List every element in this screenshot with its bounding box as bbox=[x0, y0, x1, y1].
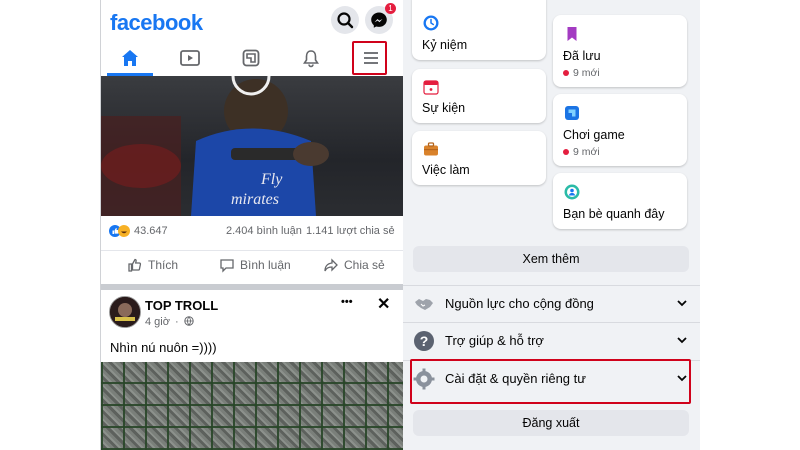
post-text: Nhìn nú nuôn =)))) bbox=[110, 340, 217, 355]
shortcut-label: Chơi game bbox=[563, 128, 625, 142]
globe-icon bbox=[184, 316, 194, 326]
menu-panel: Kỷ niệm Sự kiện Việc làm Đã lưu 9 mới Ch… bbox=[403, 0, 700, 450]
logout-button[interactable]: Đăng xuất bbox=[413, 410, 689, 436]
search-button[interactable] bbox=[331, 6, 359, 34]
new-dot bbox=[563, 149, 569, 155]
post-more-button[interactable]: ••• bbox=[341, 296, 353, 308]
feed-separator bbox=[101, 284, 403, 290]
shortcut-jobs[interactable]: Việc làm bbox=[412, 131, 546, 185]
new-dot bbox=[563, 70, 569, 76]
new-count: 9 mới bbox=[563, 146, 600, 158]
calendar-icon bbox=[423, 80, 439, 95]
shortcut-memories[interactable]: Kỷ niệm bbox=[412, 0, 546, 60]
share-button[interactable]: Chia sẻ bbox=[323, 257, 385, 273]
shortcut-saved[interactable]: Đã lưu 9 mới bbox=[553, 15, 687, 87]
see-more-button[interactable]: Xem thêm bbox=[413, 246, 689, 272]
chevron-down-icon bbox=[677, 337, 687, 344]
gaming-icon bbox=[242, 49, 260, 67]
messenger-button[interactable]: 1 bbox=[365, 3, 396, 34]
shortcut-label: Đã lưu bbox=[563, 49, 601, 63]
section-community-resources[interactable]: Nguồn lực cho cộng đồng bbox=[403, 285, 700, 322]
post-stats: 43.647 2.404 bình luận 1.141 lượt chia s… bbox=[101, 218, 403, 246]
bookmark-icon bbox=[567, 27, 577, 41]
section-help-support[interactable]: ? Trợ giúp & hỗ trợ bbox=[403, 322, 700, 359]
shortcut-events[interactable]: Sự kiện bbox=[412, 69, 546, 123]
section-label: Nguồn lực cho cộng đồng bbox=[445, 296, 594, 311]
comment-button[interactable]: Bình luận bbox=[219, 257, 291, 273]
bell-icon bbox=[303, 50, 319, 68]
like-button[interactable]: Thích bbox=[127, 257, 178, 273]
chevron-down-icon bbox=[677, 300, 687, 307]
new-count: 9 mới bbox=[563, 67, 600, 79]
clock-history-icon bbox=[423, 15, 439, 31]
nearby-friends-icon bbox=[564, 184, 580, 200]
tab-watch[interactable] bbox=[166, 40, 214, 76]
settings-highlight bbox=[410, 359, 691, 404]
reaction-count[interactable]: 43.647 bbox=[134, 225, 168, 237]
post-author[interactable]: TOP TROLL bbox=[145, 298, 218, 313]
share-label: Chia sẻ bbox=[344, 258, 385, 272]
thumbs-up-icon bbox=[128, 258, 142, 272]
new-count-label: 9 mới bbox=[573, 146, 600, 158]
svg-text:mirates: mirates bbox=[231, 191, 279, 208]
shortcut-nearby-friends[interactable]: Bạn bè quanh đây bbox=[553, 173, 687, 229]
comment-count[interactable]: 2.404 bình luận bbox=[226, 225, 302, 237]
post-time: 4 giờ · bbox=[145, 316, 194, 328]
gaming-tile-icon bbox=[565, 106, 579, 120]
post-header: TOP TROLL 4 giờ · ••• ✕ bbox=[101, 292, 403, 332]
shortcut-label: Sự kiện bbox=[422, 101, 466, 115]
like-label: Thích bbox=[148, 258, 179, 272]
post-actions: Thích Bình luận Chia sẻ bbox=[101, 250, 403, 281]
share-icon bbox=[324, 258, 338, 272]
svg-text:Fly: Fly bbox=[260, 171, 283, 188]
tab-home[interactable] bbox=[106, 40, 154, 76]
post-close-button[interactable]: ✕ bbox=[377, 294, 390, 314]
haha-reaction-icon bbox=[118, 225, 130, 237]
video-post[interactable]: Fly mirates bbox=[101, 76, 403, 216]
video-icon bbox=[180, 50, 200, 66]
tab-notifications[interactable] bbox=[287, 40, 335, 76]
search-icon bbox=[337, 12, 354, 29]
shortcut-label: Kỷ niệm bbox=[422, 38, 468, 52]
post-time-label: 4 giờ bbox=[145, 316, 170, 328]
question-mark-icon: ? bbox=[414, 331, 434, 351]
menu-tab-highlight bbox=[352, 41, 387, 75]
section-label: Trợ giúp & hỗ trợ bbox=[445, 333, 544, 348]
shortcut-label: Bạn bè quanh đây bbox=[563, 207, 665, 221]
share-count[interactable]: 1.141 lượt chia sẻ bbox=[306, 225, 395, 237]
svg-text:?: ? bbox=[420, 333, 429, 349]
shortcut-gaming[interactable]: Chơi game 9 mới bbox=[553, 94, 687, 166]
comment-icon bbox=[220, 259, 234, 273]
shortcut-label: Việc làm bbox=[422, 163, 470, 177]
handshake-icon bbox=[415, 299, 433, 310]
home-icon bbox=[122, 50, 138, 66]
comment-label: Bình luận bbox=[240, 258, 291, 272]
facebook-logo: facebook bbox=[110, 10, 203, 35]
post-image[interactable] bbox=[101, 362, 403, 450]
tab-gaming[interactable] bbox=[227, 40, 275, 76]
briefcase-icon bbox=[424, 142, 438, 156]
messenger-badge: 1 bbox=[385, 3, 396, 14]
avatar[interactable] bbox=[109, 296, 141, 328]
news-feed-panel: facebook 1 Fly mirates 43.647 2.404 bình… bbox=[100, 0, 404, 450]
video-frame: Fly mirates bbox=[101, 76, 329, 216]
new-count-label: 9 mới bbox=[573, 67, 600, 79]
